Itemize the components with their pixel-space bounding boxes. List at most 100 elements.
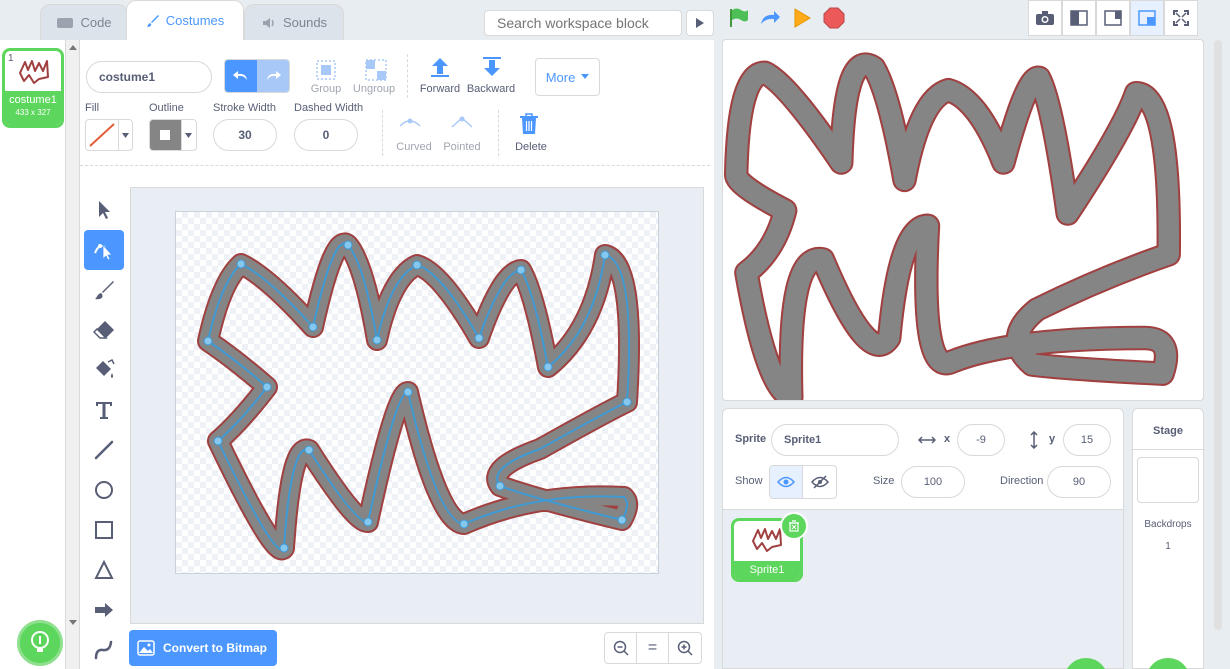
no-fill-icon: [89, 123, 115, 147]
convert-to-bitmap-button[interactable]: Convert to Bitmap: [129, 630, 277, 666]
small-stage-icon: [1070, 10, 1088, 26]
direction-input[interactable]: 90: [1047, 466, 1111, 498]
speaker-icon: [262, 17, 274, 28]
x-input[interactable]: -9: [957, 424, 1005, 456]
redo-button[interactable]: [257, 60, 289, 92]
size-input[interactable]: 100: [901, 466, 965, 498]
outline-label: Outline: [149, 102, 184, 114]
drawing-paper[interactable]: [175, 211, 659, 574]
more-button[interactable]: More: [535, 58, 600, 96]
costume-size: 433 x 327: [15, 108, 51, 117]
curve-tool[interactable]: [84, 630, 124, 669]
stage[interactable]: [722, 39, 1204, 401]
triangle-tool[interactable]: [84, 550, 124, 590]
hide-button[interactable]: [803, 466, 836, 498]
pointed-button[interactable]: [450, 114, 482, 138]
redo-arrow-icon: [761, 11, 780, 24]
fullscreen-button[interactable]: [1164, 0, 1198, 36]
sprite-info-panel: Sprite Sprite1 x -9 y 15 Show Size 100 D…: [722, 408, 1124, 510]
forward-button[interactable]: [424, 56, 456, 82]
fill-dropdown[interactable]: [118, 120, 132, 150]
eraser-tool[interactable]: [84, 310, 124, 350]
tab-costumes[interactable]: Costumes: [126, 0, 244, 40]
text-tool[interactable]: [84, 390, 124, 430]
fill-swatch: [86, 120, 118, 150]
arrow-cursor-icon: [99, 201, 110, 219]
tab-code[interactable]: Code: [40, 4, 128, 40]
chevron-down-icon: [581, 74, 590, 79]
stage-sprite[interactable]: [723, 40, 1204, 401]
right-scrollbar[interactable]: [1214, 40, 1222, 630]
dashed-width-input[interactable]: 0: [294, 119, 358, 151]
select-tool[interactable]: [84, 190, 124, 230]
divider: [407, 54, 408, 98]
zoom-in-icon: [677, 640, 693, 656]
ungroup-icon: [365, 59, 387, 81]
triangle-icon: [94, 560, 114, 579]
stroke-width-input[interactable]: 30: [213, 119, 277, 151]
zoom-in-button[interactable]: [669, 633, 701, 663]
trash-icon: [789, 520, 799, 532]
backdrop-thumbnail[interactable]: [1137, 457, 1199, 503]
green-flag-button[interactable]: [724, 6, 752, 30]
curved-button[interactable]: [398, 114, 430, 138]
stroke-width-label: Stroke Width: [213, 102, 276, 114]
costume-name-input[interactable]: [86, 61, 212, 93]
costume-drawing[interactable]: [176, 212, 660, 575]
tips-button[interactable]: [17, 620, 63, 666]
arrow-down-icon: [483, 57, 501, 76]
outline-color-picker[interactable]: [149, 119, 197, 151]
show-button[interactable]: [770, 466, 804, 498]
small-stage-button[interactable]: [1062, 0, 1096, 36]
undo-button[interactable]: [225, 60, 257, 92]
arrow-right-icon: [95, 603, 113, 617]
circle-tool[interactable]: [84, 470, 124, 510]
search-go-button[interactable]: [686, 10, 714, 36]
fill-color-picker[interactable]: [85, 119, 133, 151]
circle-icon: [95, 481, 113, 499]
reshape-tool[interactable]: [84, 230, 124, 270]
horizontal-arrows-icon: [918, 436, 936, 444]
zoom-out-icon: [613, 640, 629, 656]
delete-sprite-button[interactable]: [780, 512, 808, 540]
screenshot-button[interactable]: [1028, 0, 1062, 36]
green-flag-icon: [730, 8, 748, 27]
tab-sounds[interactable]: Sounds: [244, 4, 344, 40]
outline-dropdown[interactable]: [180, 120, 196, 150]
chevron-down-icon: [185, 132, 193, 138]
drawing-canvas-area[interactable]: [130, 187, 704, 624]
zoom-reset-button[interactable]: =: [637, 633, 669, 663]
search-input[interactable]: [484, 10, 682, 36]
arrow-tool[interactable]: [84, 590, 124, 630]
stop-button[interactable]: [820, 6, 848, 30]
rectangle-tool[interactable]: [84, 510, 124, 550]
brush-icon: [146, 14, 159, 27]
delete-button[interactable]: [518, 112, 544, 138]
costume-name: costume1: [9, 94, 57, 106]
size-label: Size: [873, 475, 895, 487]
large-stage-button[interactable]: [1130, 0, 1164, 36]
stage-selector[interactable]: Stage Backdrops 1: [1132, 408, 1204, 669]
sprite-name-input[interactable]: Sprite1: [771, 424, 899, 456]
group-icon: [316, 60, 336, 80]
vertical-arrows-icon: [1030, 431, 1038, 449]
line-tool[interactable]: [84, 430, 124, 470]
costume-list-scrollbar[interactable]: [66, 40, 80, 669]
fill-tool[interactable]: [84, 350, 124, 390]
backward-button[interactable]: [476, 56, 508, 82]
costume-card[interactable]: 1 costume1 433 x 327: [2, 48, 64, 128]
normal-stage-icon: [1104, 10, 1122, 26]
lightbulb-icon: [31, 631, 49, 652]
zoom-out-button[interactable]: [605, 633, 637, 663]
eraser-icon: [93, 321, 114, 339]
y-input[interactable]: 15: [1063, 424, 1111, 456]
turbo-button[interactable]: [756, 6, 784, 30]
normal-stage-button[interactable]: [1096, 0, 1130, 36]
divider: [382, 110, 383, 156]
brush-tool[interactable]: [84, 270, 124, 310]
outline-swatch: [150, 120, 181, 150]
fullscreen-icon: [1173, 10, 1189, 26]
tool-palette: [84, 190, 128, 669]
eye-icon: [777, 476, 795, 488]
play-button[interactable]: [788, 6, 816, 30]
